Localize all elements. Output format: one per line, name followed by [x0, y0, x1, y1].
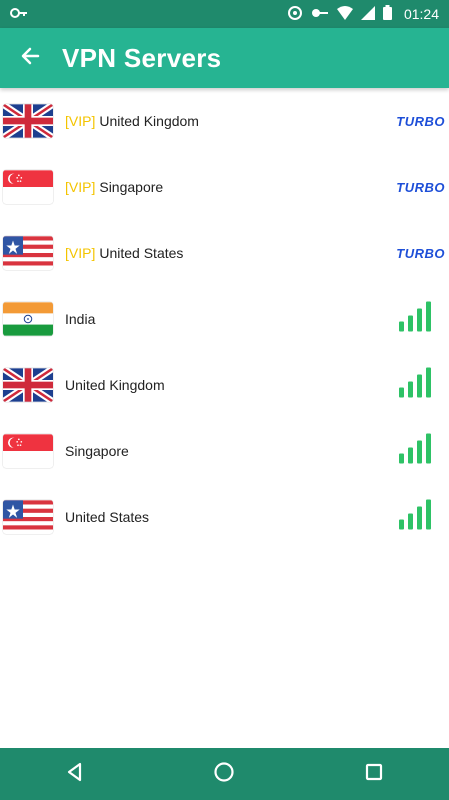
server-label: [VIP] United Kingdom [65, 113, 199, 129]
server-row[interactable]: India [0, 286, 449, 352]
turbo-badge: TURBO [396, 179, 445, 195]
nav-recents-button[interactable] [344, 748, 404, 800]
status-bar: 01:24 [0, 0, 449, 28]
uk-flag-icon [3, 368, 53, 402]
app-bar: VPN Servers [0, 28, 449, 88]
server-row[interactable]: [VIP] Singapore TURBO [0, 154, 449, 220]
server-name: United Kingdom [99, 113, 199, 129]
server-name: India [65, 311, 96, 327]
server-row[interactable]: Singapore [0, 418, 449, 484]
server-row[interactable]: United States [0, 484, 449, 550]
singapore-flag-icon [3, 170, 53, 204]
back-triangle-icon [65, 762, 85, 787]
arrow-back-icon [19, 45, 41, 72]
server-label: [VIP] Singapore [65, 179, 163, 195]
server-label: [VIP] United States [65, 245, 183, 261]
turbo-badge: TURBO [396, 113, 445, 129]
key-icon [10, 6, 28, 22]
server-name: United Kingdom [65, 377, 165, 393]
server-label: United Kingdom [65, 377, 165, 393]
wifi-icon [336, 5, 353, 23]
navigation-bar [0, 748, 449, 800]
server-label: Singapore [65, 443, 129, 459]
nav-back-button[interactable] [45, 748, 105, 800]
server-name: United States [99, 245, 184, 261]
server-row[interactable]: [VIP] United Kingdom TURBO [0, 88, 449, 154]
server-name: Singapore [99, 179, 164, 195]
sync-icon [287, 5, 303, 24]
server-list: [VIP] United Kingdom TURBO [VIP] Singapore TU… [0, 88, 449, 550]
us-flag-icon [3, 236, 53, 270]
status-time: 01:24 [403, 6, 439, 22]
us-flag-icon [3, 500, 53, 534]
vip-tag: [VIP] [65, 245, 96, 261]
server-row[interactable]: United Kingdom [0, 352, 449, 418]
turbo-badge: TURBO [396, 245, 445, 261]
uk-flag-icon [3, 104, 53, 138]
signal-strength-icon [399, 367, 433, 403]
vip-tag: [VIP] [65, 113, 96, 129]
signal-icon [360, 5, 375, 23]
singapore-flag-icon [3, 434, 53, 468]
signal-strength-icon [399, 301, 433, 337]
vip-tag: [VIP] [65, 179, 96, 195]
back-button[interactable] [0, 28, 60, 88]
signal-strength-icon [399, 499, 433, 535]
server-row[interactable]: [VIP] United States TURBO [0, 220, 449, 286]
nav-home-button[interactable] [194, 748, 254, 800]
recents-square-icon [365, 763, 383, 786]
server-name: United States [65, 509, 150, 525]
india-flag-icon [3, 302, 53, 336]
page-title: VPN Servers [62, 42, 222, 73]
server-label: United States [65, 509, 149, 525]
home-circle-icon [213, 761, 235, 788]
vpn-key-icon [311, 6, 329, 22]
server-name: Singapore [65, 443, 129, 459]
signal-strength-icon [399, 433, 433, 469]
battery-icon [382, 5, 392, 23]
server-label: India [65, 311, 95, 327]
